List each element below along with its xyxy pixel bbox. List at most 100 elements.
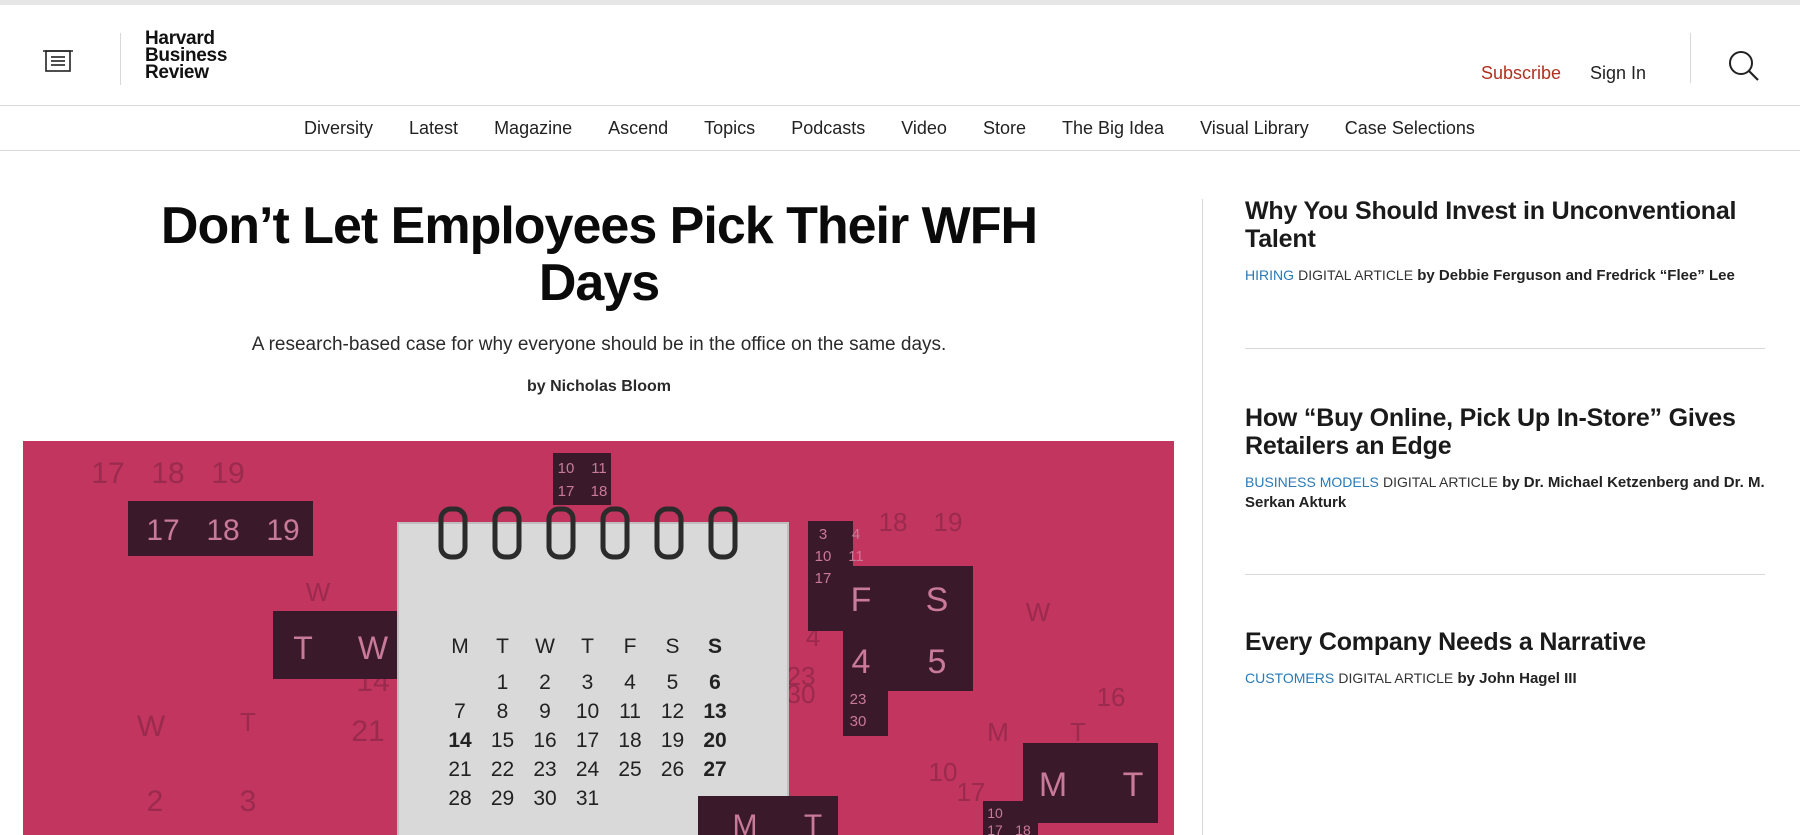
topic-tag[interactable]: Hiring: [1245, 267, 1294, 283]
main-nav: Diversity Latest Magazine Ascend Topics …: [0, 106, 1800, 151]
content-type: Digital Article: [1338, 670, 1454, 686]
nav-item-latest[interactable]: Latest: [391, 118, 476, 139]
related-article-title[interactable]: Why You Should Invest in Unconventional …: [1245, 197, 1765, 253]
weekday-label: S: [665, 635, 679, 658]
authors: by Debbie Ferguson and Fredrick “Flee” L…: [1417, 267, 1735, 284]
bg-number: 18: [151, 457, 184, 490]
tile-number: 11: [591, 460, 607, 477]
hbr-logo[interactable]: Harvard Business Review: [145, 29, 255, 82]
article-byline[interactable]: by Nicholas Bloom: [23, 378, 1175, 396]
bg-number: M: [987, 717, 1009, 747]
calendar-date: 14: [448, 729, 472, 752]
nav-item-ascend[interactable]: Ascend: [590, 118, 686, 139]
bg-number: 21: [351, 715, 384, 748]
nav-item-topics[interactable]: Topics: [686, 118, 773, 139]
bg-number: W: [1026, 597, 1051, 627]
related-article: Every Company Needs a Narrative Customer…: [1245, 575, 1765, 689]
tile-number: 11: [848, 548, 864, 565]
calendar-date: 9: [539, 700, 551, 723]
calendar-date: 26: [661, 758, 684, 781]
topic-tag[interactable]: Business Models: [1245, 474, 1379, 490]
hero-image: 171819142123WTWTWMT181942330161017 17181…: [23, 441, 1174, 835]
calendar-date: 1: [497, 671, 509, 694]
bg-number: T: [1070, 717, 1086, 747]
weekday-label: F: [624, 635, 637, 658]
nav-item-video[interactable]: Video: [883, 118, 965, 139]
tile-number: 3: [819, 526, 827, 543]
menu-button[interactable]: [40, 45, 76, 77]
sign-in-link[interactable]: Sign In: [1590, 63, 1646, 84]
search-icon: [1729, 51, 1759, 81]
calendar-date: 4: [624, 671, 636, 694]
search-button[interactable]: [1726, 49, 1762, 85]
nav-item-store[interactable]: Store: [965, 118, 1044, 139]
calendar-date: 28: [448, 787, 471, 810]
related-article: Why You Should Invest in Unconventional …: [1245, 197, 1765, 348]
tile-number: 17: [146, 514, 179, 547]
calendar-date: 29: [491, 787, 514, 810]
calendar-date: 2: [539, 671, 551, 694]
bg-number: 17: [91, 457, 124, 490]
bg-number: 17: [957, 777, 986, 807]
calendar-date: 5: [667, 671, 679, 694]
related-article-title[interactable]: How “Buy Online, Pick Up In-Store” Gives…: [1245, 404, 1765, 460]
tile-number: 10: [815, 548, 832, 565]
topic-tag[interactable]: Customers: [1245, 670, 1334, 686]
article-title: Don’t Let Employees Pick Their WFH Days: [160, 197, 1038, 312]
header-divider: [1690, 33, 1691, 83]
tile-number: 18: [591, 483, 608, 500]
calendar-date: 20: [703, 729, 726, 752]
bg-number: 30: [787, 679, 816, 709]
calendar-date: 11: [619, 700, 641, 723]
weekday-label: W: [535, 635, 555, 658]
calendar-date: 6: [709, 671, 721, 694]
tile-letter: F: [851, 581, 872, 619]
tile-letter: S: [926, 581, 949, 619]
nav-item-case-selections[interactable]: Case Selections: [1327, 118, 1493, 139]
tile-letter: W: [358, 630, 389, 666]
tile-number: 30: [850, 713, 867, 730]
nav-item-podcasts[interactable]: Podcasts: [773, 118, 883, 139]
calendar-date: 21: [448, 758, 471, 781]
tile-letter: M: [1039, 766, 1067, 804]
nav-item-diversity[interactable]: Diversity: [286, 118, 391, 139]
calendar-date: 7: [454, 700, 466, 723]
tile-letter: T: [293, 630, 313, 666]
bg-number: T: [240, 707, 256, 737]
tile-letter: T: [1123, 766, 1144, 804]
bg-number: 18: [879, 507, 908, 537]
tile-number: 17: [558, 483, 575, 500]
article-header: Don’t Let Employees Pick Their WFH Days …: [23, 190, 1175, 396]
calendar-date: 25: [618, 758, 641, 781]
calendar-illustration: 171819142123WTWTWMT181942330161017 17181…: [23, 441, 1174, 835]
related-article: How “Buy Online, Pick Up In-Store” Gives…: [1245, 349, 1765, 574]
bg-number: 2: [147, 785, 164, 818]
subscribe-link[interactable]: Subscribe: [1481, 63, 1561, 84]
tile-number: 23: [850, 691, 867, 708]
article-dek: A research-based case for why everyone s…: [251, 334, 947, 355]
weekday-label: T: [496, 635, 509, 658]
content-type: Digital Article: [1298, 267, 1414, 283]
tile-number: 4: [852, 526, 860, 543]
related-article-meta: Hiring Digital Article by Debbie Ferguso…: [1245, 265, 1765, 286]
calendar-date: 31: [576, 787, 599, 810]
nav-item-magazine[interactable]: Magazine: [476, 118, 590, 139]
bg-number: 3: [240, 785, 257, 818]
bg-number: W: [306, 577, 331, 607]
weekday-label: T: [581, 635, 594, 658]
calendar-date: 18: [618, 729, 641, 752]
nav-item-big-idea[interactable]: The Big Idea: [1044, 118, 1182, 139]
column-divider: [1202, 199, 1203, 835]
bg-number: W: [137, 710, 166, 743]
related-article-title[interactable]: Every Company Needs a Narrative: [1245, 628, 1765, 656]
tile-number: 17: [987, 822, 1003, 835]
bg-number: 19: [211, 457, 244, 490]
calendar-date: 10: [576, 700, 599, 723]
calendar-date: 3: [582, 671, 594, 694]
calendar-date: 17: [576, 729, 599, 752]
calendar-date: 8: [497, 700, 509, 723]
calendar-date: 16: [533, 729, 556, 752]
tile-number: 5: [928, 643, 947, 681]
nav-item-visual-library[interactable]: Visual Library: [1182, 118, 1327, 139]
calendar-date: 30: [533, 787, 556, 810]
